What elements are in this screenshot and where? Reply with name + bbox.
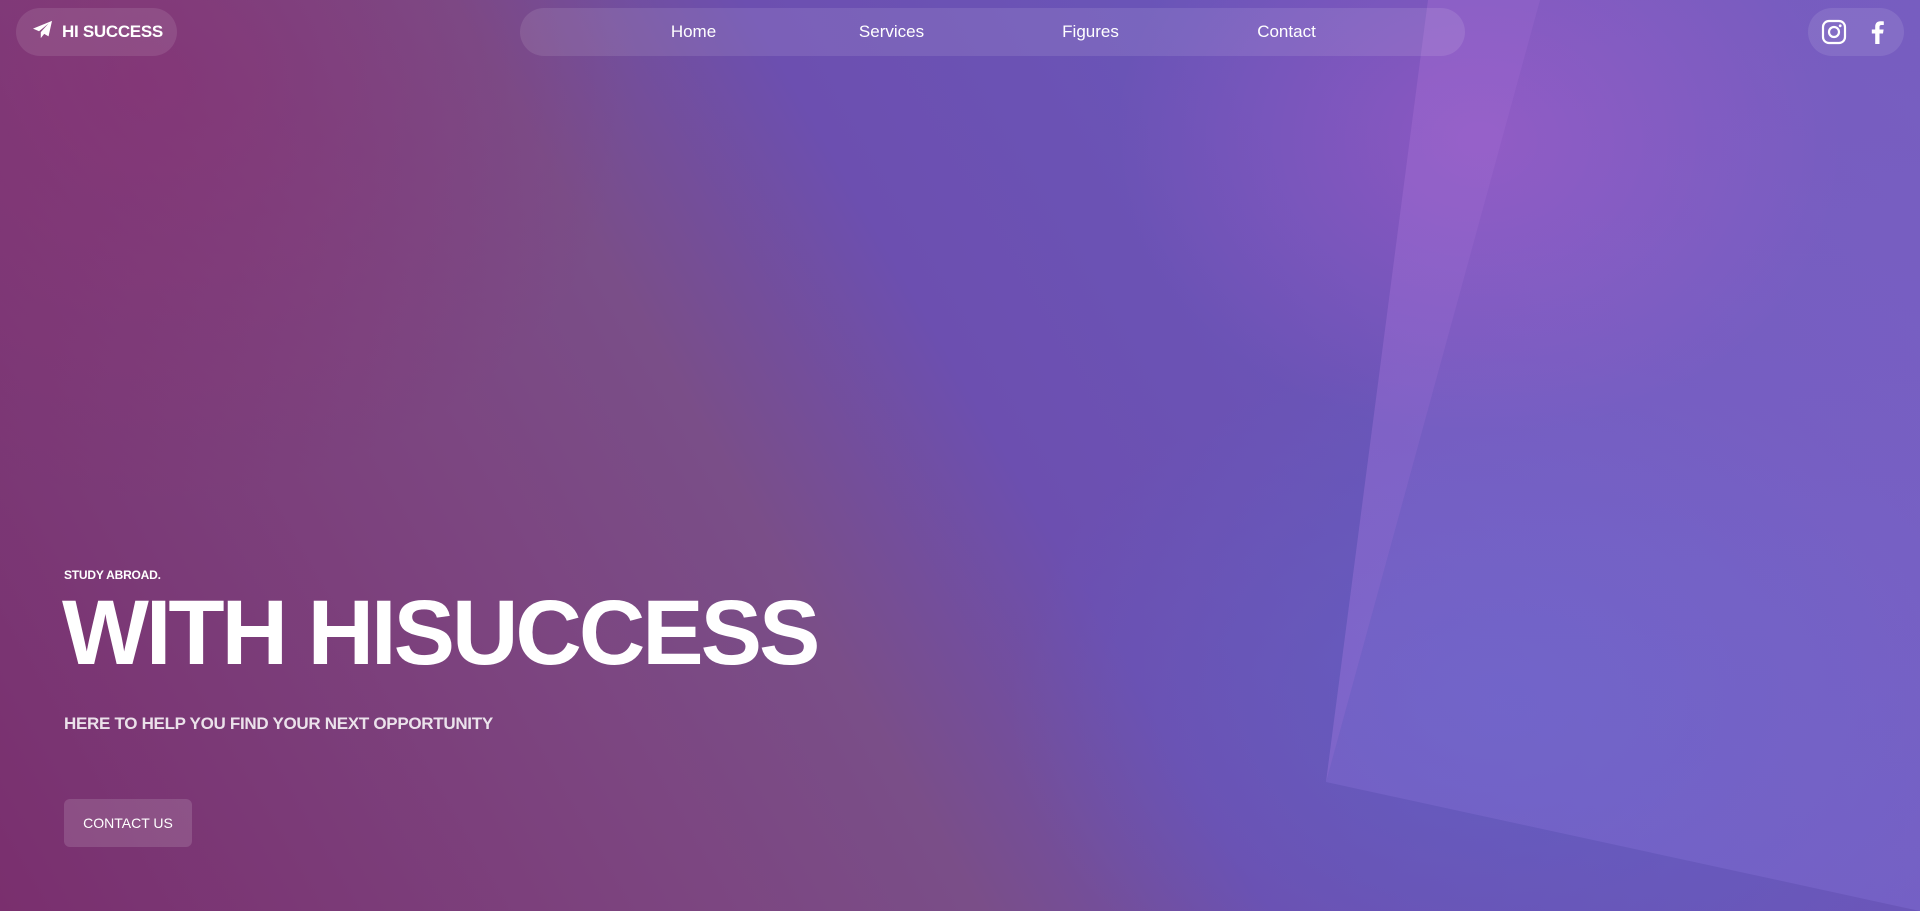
nav-home-link[interactable]: Home [649,22,739,42]
facebook-icon[interactable] [1865,19,1891,45]
main-nav: Home Services Figures Contact [520,8,1465,56]
social-links [1808,8,1904,56]
paper-plane-icon [32,20,53,44]
background-light-beam [1326,0,1920,911]
contact-us-button[interactable]: CONTACT US [64,799,192,847]
hero-eyebrow: STUDY ABROAD. [64,568,161,582]
hero-headline: WITH HISUCCESS [62,582,820,684]
hero-section: HI SUCCESS Home Services Figures Contact… [0,0,1920,911]
nav-figures-link[interactable]: Figures [1041,22,1141,42]
nav-contact-link[interactable]: Contact [1237,22,1337,42]
nav-services-link[interactable]: Services [837,22,947,42]
instagram-icon[interactable] [1821,19,1847,45]
brand-name: HI SUCCESS [62,22,163,41]
brand-logo-link[interactable]: HI SUCCESS [16,8,177,56]
hero-tagline: HERE TO HELP YOU FIND YOUR NEXT OPPORTUN… [64,714,493,733]
background-shade [0,0,1920,911]
